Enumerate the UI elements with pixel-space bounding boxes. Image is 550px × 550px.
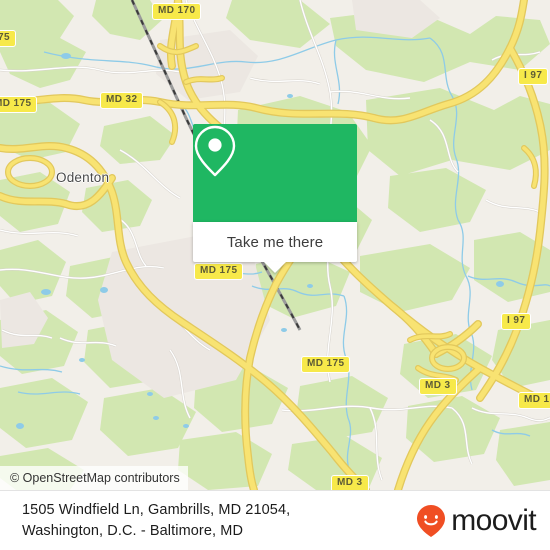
road-shield[interactable]: MD 1 xyxy=(518,392,550,409)
road-shield[interactable]: MD 170 xyxy=(152,3,202,20)
road-shield[interactable]: MD 175 xyxy=(301,356,351,373)
moovit-logo[interactable]: moovit xyxy=(416,503,537,538)
road-shield[interactable]: 75 xyxy=(0,30,16,47)
footer-bar: 1505 Windfield Ln, Gambrills, MD 21054, … xyxy=(0,490,550,550)
road-shield[interactable]: MD 3 xyxy=(331,475,369,490)
destination-callout-card[interactable]: Take me there xyxy=(193,124,357,273)
address-line-2: Washington, D.C. - Baltimore, MD xyxy=(22,522,244,539)
address-line-1: 1505 Windfield Ln, Gambrills, MD 21054, xyxy=(22,501,291,518)
map-canvas[interactable]: Odenton 75 MD 175 MD 170 MD 32 I 97 MD 1… xyxy=(0,0,550,490)
moovit-wordmark: moovit xyxy=(451,503,536,537)
callout-pointer xyxy=(264,262,286,273)
map-attribution[interactable]: © OpenStreetMap contributors xyxy=(0,466,188,490)
callout-header xyxy=(193,124,357,222)
moovit-pin-smiley-icon xyxy=(417,504,446,537)
road-shield[interactable]: I 97 xyxy=(501,313,532,330)
callout-label: Take me there xyxy=(226,233,324,251)
road-shield[interactable]: MD 175 xyxy=(194,263,244,280)
map-pin-icon xyxy=(194,125,236,177)
road-shield[interactable]: I 97 xyxy=(518,68,549,85)
road-shield[interactable]: MD 175 xyxy=(0,96,38,113)
map-place-label-odenton: Odenton xyxy=(56,170,110,185)
screenshot-root: Odenton 75 MD 175 MD 170 MD 32 I 97 MD 1… xyxy=(0,0,550,550)
address-block: 1505 Windfield Ln, Gambrills, MD 21054, … xyxy=(22,500,290,542)
road-shield[interactable]: MD 32 xyxy=(100,92,144,109)
road-shield[interactable]: MD 3 xyxy=(419,378,457,395)
callout-action[interactable]: Take me there xyxy=(193,222,357,262)
